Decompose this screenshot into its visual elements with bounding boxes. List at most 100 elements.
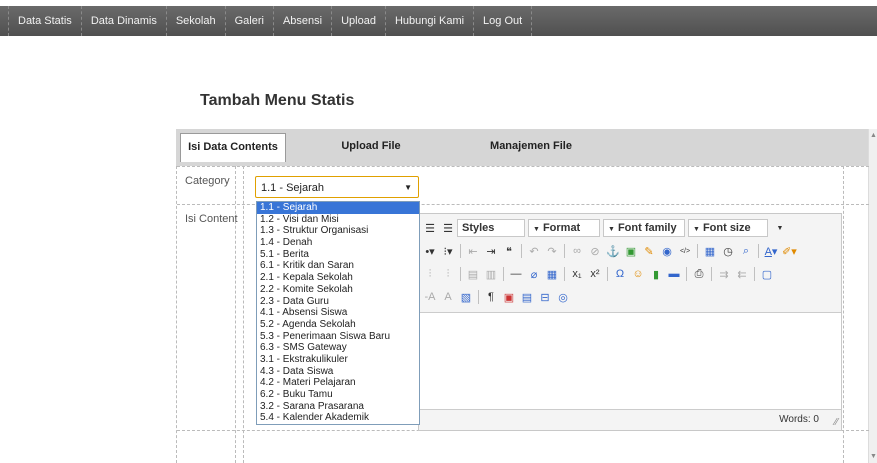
category-option[interactable]: 1.1 - Sejarah xyxy=(257,202,419,214)
category-option[interactable]: 2.2 - Komite Sekolah xyxy=(257,284,419,296)
cleanup-icon[interactable]: ✎ xyxy=(642,245,656,258)
styles-dropdown[interactable]: Styles xyxy=(457,219,525,237)
category-option[interactable]: 4.1 - Absensi Siswa xyxy=(257,307,419,319)
page-title: Tambah Menu Statis xyxy=(200,92,355,109)
outdent-icon[interactable]: ⇤ xyxy=(466,245,480,258)
anchor-icon[interactable]: ⚓ xyxy=(606,245,620,258)
category-option[interactable]: 5.2 - Agenda Sekolah xyxy=(257,319,419,331)
superscript-icon[interactable]: x² xyxy=(588,268,602,280)
table-column-icon[interactable]: ⫶ xyxy=(423,268,437,281)
category-option[interactable]: 1.2 - Visi dan Misi xyxy=(257,214,419,226)
category-option[interactable]: 6.3 - SMS Gateway xyxy=(257,342,419,354)
table-row-icon[interactable]: ▥ xyxy=(484,268,498,281)
category-option[interactable]: 1.3 - Struktur Organisasi xyxy=(257,225,419,237)
category-option[interactable]: 5.4 - Kalender Akademik xyxy=(257,412,419,424)
font-decrease-icon[interactable]: -A xyxy=(423,291,437,303)
category-options-list: 1.1 - Sejarah 1.2 - Visi dan Misi 1.3 - … xyxy=(256,201,420,426)
nav-log-out[interactable]: Log Out xyxy=(474,6,533,36)
rich-text-editor: ☰ ☰ Styles ▼ Format ▼ Font family ▼ Font si… xyxy=(418,213,842,431)
redo-icon[interactable]: ↷ xyxy=(545,245,559,258)
category-option[interactable]: 4.2 - Materi Pelajaran xyxy=(257,377,419,389)
insert-layer-icon[interactable]: ◎ xyxy=(556,291,570,304)
nav-data-statis[interactable]: Data Statis xyxy=(8,6,82,36)
visual-aid-icon[interactable]: ▦ xyxy=(545,268,559,281)
category-option[interactable]: 6.2 - Buku Tamu xyxy=(257,389,419,401)
bullet-list-icon[interactable]: •▾ xyxy=(423,245,437,258)
show-blocks-icon[interactable]: ¶ xyxy=(484,291,498,303)
category-option[interactable]: 1.4 - Denah xyxy=(257,237,419,249)
numbered-list-icon[interactable]: ⁝▾ xyxy=(441,245,455,258)
category-option[interactable]: 5.1 - Berita xyxy=(257,249,419,261)
nav-galeri[interactable]: Galeri xyxy=(226,6,274,36)
scroll-up-icon[interactable]: ▲ xyxy=(870,132,877,139)
editor-statusbar: Words: 0 ⁄⁄ xyxy=(419,409,841,430)
nav-absensi[interactable]: Absensi xyxy=(274,6,333,36)
text-color-icon[interactable]: A▾ xyxy=(764,245,778,258)
category-select[interactable]: 1.1 - Sejarah ▼ xyxy=(255,176,419,198)
background-color-icon[interactable]: ✐▾ xyxy=(782,245,797,258)
table-split-icon[interactable]: ⫶ xyxy=(441,268,455,281)
resize-handle-icon[interactable]: ⁄⁄ xyxy=(835,417,838,428)
chevron-down-icon[interactable]: ▼ xyxy=(773,225,787,232)
horizontal-rule-icon[interactable]: — xyxy=(509,268,523,280)
media-icon[interactable]: ▮ xyxy=(649,268,663,281)
unlink-icon[interactable]: ⊘ xyxy=(588,245,602,258)
format-dropdown[interactable]: ▼ Format xyxy=(528,219,600,237)
tab-isi-data-contents[interactable]: Isi Data Contents xyxy=(180,133,286,162)
nav-hubungi-kami[interactable]: Hubungi Kami xyxy=(386,6,475,36)
align-justify-icon[interactable]: ☰ xyxy=(441,222,455,235)
editor-content-area[interactable] xyxy=(419,313,841,410)
category-option[interactable]: 3.2 - Sarana Prasarana xyxy=(257,401,419,413)
font-increase-icon[interactable]: A xyxy=(441,291,455,303)
indent-icon[interactable]: ⇥ xyxy=(484,245,498,258)
align-right-icon[interactable]: ☰ xyxy=(423,222,437,235)
template-icon[interactable]: ▤ xyxy=(520,291,534,304)
rtl-icon[interactable]: ⇇ xyxy=(735,268,749,281)
help-icon[interactable]: ◉ xyxy=(660,245,674,258)
scroll-down-icon[interactable]: ▼ xyxy=(870,453,877,460)
html-source-icon[interactable]: </> xyxy=(678,248,692,255)
editor-toolbar: ☰ ☰ Styles ▼ Format ▼ Font family ▼ Font si… xyxy=(419,214,841,313)
blockquote-icon[interactable]: ❝ xyxy=(502,245,516,258)
remove-format-icon[interactable]: ⌀ xyxy=(527,268,541,281)
page-scrollbar[interactable]: ▲ ▼ xyxy=(868,129,877,463)
category-option[interactable]: 2.3 - Data Guru xyxy=(257,296,419,308)
image-icon[interactable]: ▣ xyxy=(624,245,638,258)
tab-upload-file[interactable]: Upload File xyxy=(296,133,446,161)
advanced-hr-icon[interactable]: ▬ xyxy=(667,268,681,280)
insert-time-icon[interactable]: ◷ xyxy=(721,245,735,258)
top-navigation: Data Statis Data Dinamis Sekolah Galeri … xyxy=(0,6,877,36)
nav-data-dinamis[interactable]: Data Dinamis xyxy=(82,6,167,36)
toolbar-separator xyxy=(460,267,461,281)
print-icon[interactable]: ⎙ xyxy=(692,268,706,281)
category-option[interactable]: 6.1 - Kritik dan Saran xyxy=(257,260,419,272)
font-family-dropdown[interactable]: ▼ Font family xyxy=(603,219,685,237)
page-break-icon[interactable]: ⊟ xyxy=(538,291,552,304)
toolbar-row-4: -A A ▧ ¶ ▣ ▤ ⊟ ◎ xyxy=(421,286,572,308)
category-option[interactable]: 3.1 - Ekstrakulikuler xyxy=(257,354,419,366)
chevron-down-icon: ▼ xyxy=(608,226,615,233)
table-merge-icon[interactable]: ▤ xyxy=(466,268,480,281)
special-char-icon[interactable]: Ω xyxy=(613,268,627,280)
subscript-icon[interactable]: x₁ xyxy=(570,268,584,280)
fullscreen-icon[interactable]: ▢ xyxy=(760,268,774,281)
category-option[interactable]: 5.3 - Penerimaan Siswa Baru xyxy=(257,331,419,343)
column-divider xyxy=(243,166,244,463)
emoticon-icon[interactable]: ☺ xyxy=(631,268,645,280)
tab-manajemen-file[interactable]: Manajemen File xyxy=(446,133,616,161)
category-option[interactable]: 4.3 - Data Siswa xyxy=(257,366,419,378)
non-breaking-icon[interactable]: ▣ xyxy=(502,291,516,304)
chevron-down-icon: ▼ xyxy=(533,226,540,233)
insert-date-icon[interactable]: ▦ xyxy=(703,245,717,258)
nav-sekolah[interactable]: Sekolah xyxy=(167,6,226,36)
preview-icon[interactable]: ⌕ xyxy=(739,245,753,258)
nav-upload[interactable]: Upload xyxy=(332,6,386,36)
font-size-dropdown[interactable]: ▼ Font size xyxy=(688,219,768,237)
ltr-icon[interactable]: ⇉ xyxy=(717,268,731,281)
link-icon[interactable]: ∞ xyxy=(570,245,584,257)
style-props-icon[interactable]: ▧ xyxy=(459,291,473,304)
font-family-dropdown-label: Font family xyxy=(617,222,677,234)
category-option[interactable]: 2.1 - Kepala Sekolah xyxy=(257,272,419,284)
undo-icon[interactable]: ↶ xyxy=(527,245,541,258)
toolbar-separator xyxy=(564,267,565,281)
